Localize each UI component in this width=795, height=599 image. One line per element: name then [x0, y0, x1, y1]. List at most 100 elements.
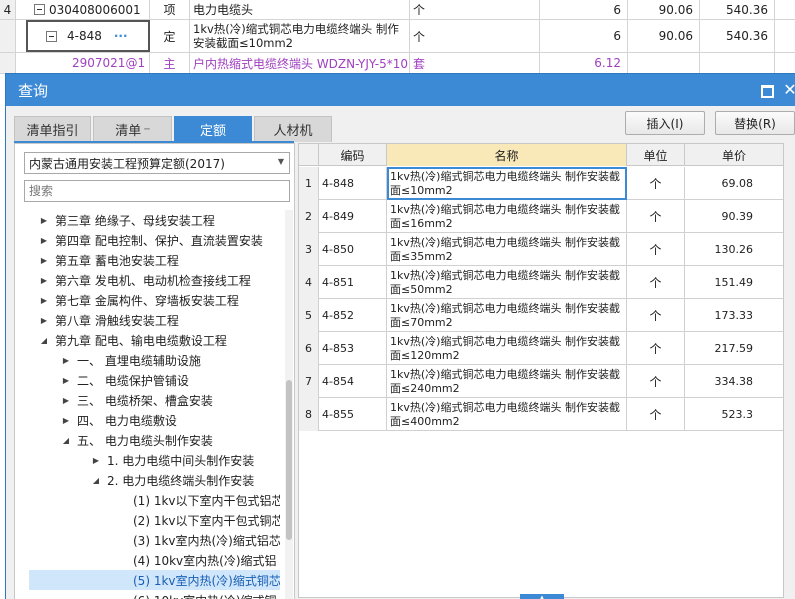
code-cell[interactable]: 4-851	[319, 266, 387, 299]
tree-item[interactable]: ▶ 三、 电缆桥架、槽盒安装	[59, 390, 213, 410]
price-cell[interactable]: 523.3	[685, 398, 783, 431]
type-cell[interactable]: 定	[150, 20, 190, 52]
expand-arrow-icon[interactable]: ▶	[37, 216, 51, 225]
name-cell[interactable]: 户内热缩式电缆终端头 WDZN-YJY-5*10	[190, 53, 410, 73]
expand-arrow-icon[interactable]: ▶	[59, 416, 73, 425]
tree-item[interactable]: ▶ 第四章 配电控制、保护、直流装置安装	[37, 230, 263, 250]
total-cell[interactable]: 540.36	[700, 20, 775, 52]
table-row[interactable]: 4 4-851 1kv热(冷)缩式铜芯电力电缆终端头 制作安装截面≤50mm2 个 15…	[299, 266, 783, 299]
expand-arrow-icon[interactable]: ▶	[59, 376, 73, 385]
table-row[interactable]: 5 4-852 1kv热(冷)缩式铜芯电力电缆终端头 制作安装截面≤70mm2 个 17…	[299, 299, 783, 332]
unit-cell[interactable]: 个	[410, 0, 540, 19]
unit-cell[interactable]: 个	[410, 20, 540, 52]
total-cell[interactable]: 540.36	[700, 0, 775, 19]
name-cell[interactable]: 1kv热(冷)缩式铜芯电力电缆终端头 制作安装截面≤35mm2	[387, 233, 627, 266]
name-cell[interactable]: 1kv热(冷)缩式铜芯电力电缆终端头 制作安装截面≤50mm2	[387, 266, 627, 299]
tree-item[interactable]: ▶ 1. 电力电缆中间头制作安装	[89, 450, 254, 470]
close-icon[interactable]: ✕	[782, 82, 795, 98]
table-row[interactable]: 2 4-849 1kv热(冷)缩式铜芯电力电缆终端头 制作安装截面≤16mm2 个 90…	[299, 200, 783, 233]
quota-book-select[interactable]: 内蒙古通用安装工程预算定额(2017) ▼	[24, 152, 290, 174]
table-row[interactable]: 3 4-850 1kv热(冷)缩式铜芯电力电缆终端头 制作安装截面≤35mm2 个 13…	[299, 233, 783, 266]
name-cell[interactable]: 电力电缆头	[190, 0, 410, 19]
tree-item[interactable]: ◢ 五、 电力电缆头制作安装	[59, 430, 213, 450]
tree-item[interactable]: (6) 10kv室内热(冷)缩式铜	[115, 590, 277, 599]
scrollbar-thumb[interactable]	[286, 380, 292, 540]
table-row[interactable]: 1 4-848 1kv热(冷)缩式铜芯电力电缆终端头 制作安装截面≤10mm2 个 69…	[299, 167, 783, 200]
tree-item[interactable]: ▶ 二、 电缆保护管铺设	[59, 370, 189, 390]
qty-cell[interactable]: 6	[540, 0, 628, 19]
expanded-arrow-icon[interactable]: ◢	[59, 436, 73, 445]
sheet-row[interactable]: 2907021@1 主 户内热缩式电缆终端头 WDZN-YJY-5*10 套 6…	[0, 53, 795, 74]
price-cell[interactable]	[628, 53, 700, 73]
tree-item[interactable]: (4) 10kv室内热(冷)缩式铝	[115, 550, 277, 570]
expand-arrow-icon[interactable]: ▶	[37, 276, 51, 285]
price-cell[interactable]: 90.06	[628, 0, 700, 19]
unit-cell[interactable]: 个	[627, 233, 685, 266]
header-unit[interactable]: 单位	[627, 144, 685, 166]
price-cell[interactable]: 334.38	[685, 365, 783, 398]
name-cell[interactable]: 1kv热(冷)缩式铜芯电力电缆终端头 制作安装截面≤120mm2	[387, 332, 627, 365]
code-cell[interactable]: 4-848	[319, 167, 387, 200]
search-input[interactable]	[24, 180, 290, 202]
code-cell[interactable]: 030408006001	[16, 0, 150, 19]
header-code[interactable]: 编码	[319, 144, 387, 166]
replace-button[interactable]: 替换(R)	[715, 111, 795, 135]
tree-scrollbar[interactable]	[285, 210, 293, 599]
expand-arrow-icon[interactable]: ▶	[37, 236, 51, 245]
tree-item[interactable]: (5) 1kv室内热(冷)缩式铜芯	[29, 570, 280, 590]
header-name[interactable]: 名称	[387, 144, 627, 166]
type-cell[interactable]: 项	[150, 0, 190, 19]
total-cell[interactable]	[700, 53, 775, 73]
maximize-icon[interactable]	[758, 82, 774, 98]
code-cell[interactable]: 4-855	[319, 398, 387, 431]
splitter-handle[interactable]: ▲	[520, 594, 564, 599]
name-cell[interactable]: 1kv热(冷)缩式铜芯电力电缆终端头 制作安装截面≤16mm2	[387, 200, 627, 233]
code-cell[interactable]: 4-853	[319, 332, 387, 365]
table-row[interactable]: 8 4-855 1kv热(冷)缩式铜芯电力电缆终端头 制作安装截面≤400mm2 个 5…	[299, 398, 783, 431]
code-cell[interactable]: 2907021@1	[16, 53, 150, 73]
tree-item[interactable]: ▶ 第八章 滑触线安装工程	[37, 310, 179, 330]
type-cell[interactable]: 主	[150, 53, 190, 73]
tab-list[interactable]: 清单 ━	[93, 116, 172, 142]
name-cell[interactable]: 1kv热(冷)缩式铜芯电力电缆终端头 制作安装截面≤10mm2	[387, 167, 627, 200]
expand-arrow-icon[interactable]: ▶	[89, 456, 103, 465]
expanded-arrow-icon[interactable]: ◢	[37, 336, 51, 345]
price-cell[interactable]: 69.08	[685, 167, 783, 200]
unit-cell[interactable]: 个	[627, 200, 685, 233]
price-cell[interactable]: 90.39	[685, 200, 783, 233]
unit-cell[interactable]: 个	[627, 332, 685, 365]
code-cell[interactable]: 4-852	[319, 299, 387, 332]
insert-button[interactable]: 插入(I)	[625, 111, 705, 135]
tree-item[interactable]: (1) 1kv以下室内干包式铝芯	[115, 490, 280, 510]
price-cell[interactable]: 217.59	[685, 332, 783, 365]
expand-arrow-icon[interactable]: ▶	[37, 316, 51, 325]
collapse-toggle-icon[interactable]	[34, 4, 45, 15]
tree-item[interactable]: ◢ 2. 电力电缆终端头制作安装	[89, 470, 254, 490]
chevron-down-icon[interactable]: ▼	[278, 157, 284, 166]
expand-arrow-icon[interactable]: ▶	[59, 356, 73, 365]
tab-list-guide[interactable]: 清单指引	[14, 116, 91, 142]
price-cell[interactable]: 173.33	[685, 299, 783, 332]
unit-cell[interactable]: 套	[410, 53, 540, 73]
expand-arrow-icon[interactable]: ▶	[37, 256, 51, 265]
expand-arrow-icon[interactable]: ▶	[59, 396, 73, 405]
tree-item[interactable]: (3) 1kv室内热(冷)缩式铝芯	[115, 530, 280, 550]
expand-arrow-icon[interactable]: ▶	[37, 296, 51, 305]
tree-item[interactable]: ▶ 第五章 蓄电池安装工程	[37, 250, 179, 270]
table-row[interactable]: 7 4-854 1kv热(冷)缩式铜芯电力电缆终端头 制作安装截面≤240mm2 个 3…	[299, 365, 783, 398]
tree-item[interactable]: (2) 1kv以下室内干包式铜芯	[115, 510, 280, 530]
price-cell[interactable]: 90.06	[628, 20, 700, 52]
unit-cell[interactable]: 个	[627, 167, 685, 200]
tree-item[interactable]: ▶ 一、 直埋电缆辅助设施	[59, 350, 201, 370]
name-cell[interactable]: 1kv热(冷)缩式铜芯电力电缆终端头 制作安装截面≤400mm2	[387, 398, 627, 431]
tree-item[interactable]: ▶ 四、 电力电缆敷设	[59, 410, 177, 430]
price-cell[interactable]: 151.49	[685, 266, 783, 299]
unit-cell[interactable]: 个	[627, 266, 685, 299]
dialog-titlebar[interactable]: 查询 ✕	[6, 74, 795, 106]
name-cell[interactable]: 1kv热(冷)缩式铜芯电力电缆终端头 制作安装截面≤10mm2	[190, 20, 410, 52]
expanded-arrow-icon[interactable]: ◢	[89, 476, 103, 485]
unit-cell[interactable]: 个	[627, 365, 685, 398]
qty-cell[interactable]: 6.12	[540, 53, 628, 73]
price-cell[interactable]: 130.26	[685, 233, 783, 266]
code-cell[interactable]: 4-849	[319, 200, 387, 233]
